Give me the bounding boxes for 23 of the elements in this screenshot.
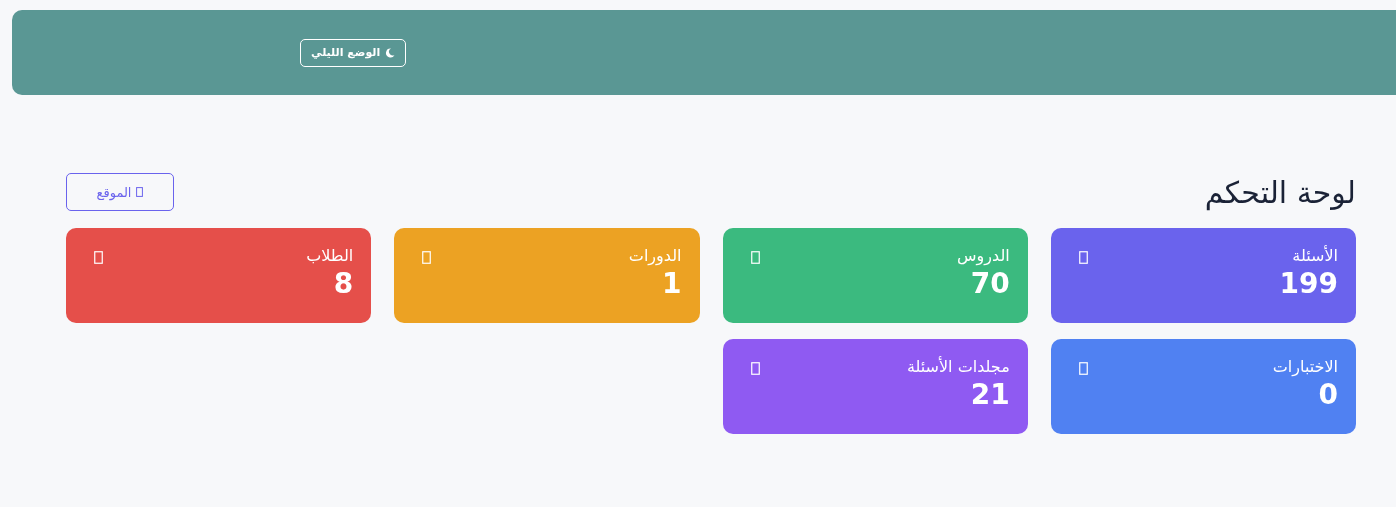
stat-value: 8 bbox=[333, 267, 354, 300]
site-button[interactable]: الموقع bbox=[66, 173, 174, 211]
stat-label: الطلاب bbox=[306, 246, 354, 265]
box-icon bbox=[1078, 251, 1088, 264]
stat-value: 70 bbox=[970, 267, 1010, 300]
stat-label: الاختبارات bbox=[1272, 357, 1338, 376]
stat-value: 0 bbox=[1318, 378, 1338, 411]
moon-icon bbox=[385, 47, 396, 58]
stat-label: مجلدات الأسئلة bbox=[906, 357, 1010, 376]
stat-label: الأسئلة bbox=[1292, 246, 1338, 265]
box-icon bbox=[750, 251, 760, 264]
box-icon bbox=[136, 187, 144, 197]
page-title: لوحة التحكم bbox=[1204, 174, 1356, 210]
box-icon bbox=[94, 251, 103, 264]
stat-label: الدروس bbox=[957, 246, 1010, 265]
box-icon bbox=[1078, 362, 1088, 375]
stat-value: 21 bbox=[970, 378, 1010, 411]
stat-value: 1 bbox=[662, 267, 682, 300]
night-mode-button[interactable]: الوضع الليلي bbox=[300, 38, 407, 67]
stat-label: الدورات bbox=[628, 246, 682, 265]
stat-value: 199 bbox=[1279, 267, 1338, 300]
box-icon bbox=[750, 362, 760, 375]
box-icon bbox=[422, 251, 432, 264]
